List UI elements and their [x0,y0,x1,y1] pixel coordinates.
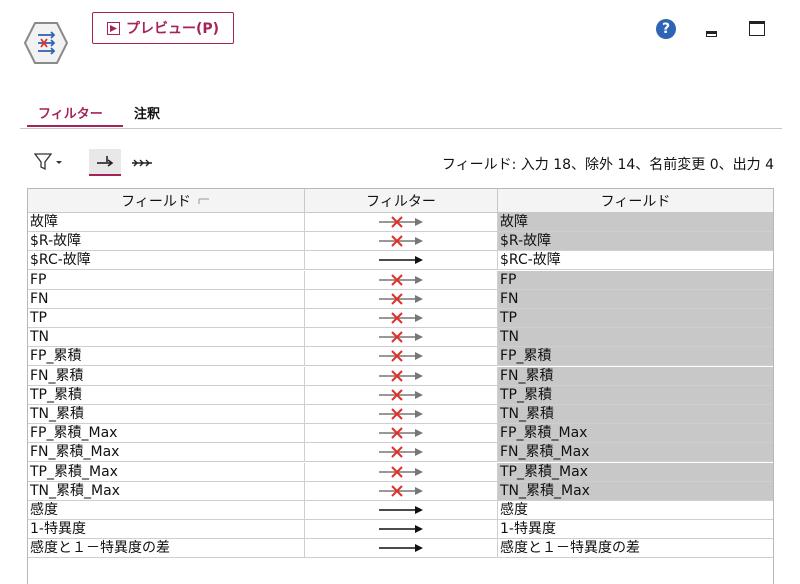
table-row[interactable]: TN_累積_Max TN_累積_Max [28,481,773,501]
table-row[interactable]: FN FN [28,289,773,309]
table-row[interactable]: 感度 感度 [28,501,773,520]
remove-fields-icon [97,155,114,167]
input-field-name: FN_累積 [28,366,305,386]
input-field-name: TN_累積 [28,405,305,424]
input-field-name: TP_累積_Max [28,462,305,482]
input-field-name: $RC-故障 [28,251,305,271]
excluded-arrow-icon[interactable] [305,385,498,405]
column-header-output-field[interactable]: フィールド [498,189,773,213]
output-field-name[interactable]: 感度 [498,501,773,520]
table-row[interactable]: $R-故障 $R-故障 [28,232,773,252]
table-row[interactable]: FN_累積 FN_累積 [28,366,773,386]
excluded-arrow-icon[interactable] [305,289,498,309]
input-field-name: 感度と１－特異度の差 [28,539,305,559]
filter-mode-button[interactable] [89,149,121,176]
pass-arrow-icon[interactable] [305,251,498,271]
output-field-name[interactable]: TN_累積_Max [498,481,773,501]
output-field-name[interactable]: FP_累積 [498,347,773,367]
output-field-name[interactable]: 感度と１－特異度の差 [498,539,773,559]
excluded-arrow-icon[interactable] [305,309,498,328]
input-field-name: 故障 [28,213,305,232]
include-fields-icon [132,159,152,166]
pass-arrow-icon[interactable] [305,539,498,559]
filter-table: フィールド フィルター フィールド 故障 故障 $R-故障 $R-故障 $RC-故障 $R… [27,188,774,584]
tab-divider [20,128,782,129]
filter-options-dropdown-icon[interactable] [34,152,64,172]
tab-annotation[interactable]: 注釈 [134,103,160,122]
excluded-arrow-icon[interactable] [305,347,498,367]
excluded-arrow-icon[interactable] [305,328,498,348]
input-field-name: FN_累積_Max [28,443,305,463]
table-row[interactable]: FP_累積 FP_累積 [28,347,773,367]
excluded-arrow-icon[interactable] [305,270,498,290]
input-field-name: TN_累積_Max [28,481,305,501]
maximize-icon[interactable] [749,21,765,36]
input-field-name: 1-特異度 [28,520,305,540]
output-field-name[interactable]: FN_累積 [498,366,773,386]
pass-arrow-icon[interactable] [305,520,498,540]
table-row[interactable]: TN TN [28,328,773,348]
input-field-name: FP_累積_Max [28,424,305,444]
table-row[interactable]: $RC-故障 $RC-故障 [28,251,773,271]
table-row[interactable]: 1-特異度 1-特異度 [28,520,773,540]
table-row[interactable]: TN_累積 TN_累積 [28,405,773,424]
excluded-arrow-icon[interactable] [305,213,498,232]
output-field-name[interactable]: 1-特異度 [498,520,773,540]
excluded-arrow-icon[interactable] [305,405,498,424]
input-field-name: FN [28,289,305,309]
preview-button[interactable]: プレビュー(P) [92,12,234,44]
play-icon [106,21,120,35]
table-row[interactable]: TP_累積 TP_累積 [28,385,773,405]
output-field-name[interactable]: FP_累積_Max [498,424,773,444]
table-row[interactable]: TP_累積_Max TP_累積_Max [28,462,773,482]
input-field-name: FP [28,270,305,290]
output-field-name[interactable]: TP_累積 [498,385,773,405]
output-field-name[interactable]: $R-故障 [498,232,773,252]
table-row[interactable]: 感度と１－特異度の差 感度と１－特異度の差 [28,539,773,559]
active-tab-indicator [27,125,123,127]
output-field-name[interactable]: FP [498,270,773,290]
excluded-arrow-icon[interactable] [305,462,498,482]
table-row[interactable]: FP_累積_Max FP_累積_Max [28,424,773,444]
table-row[interactable]: TP TP [28,309,773,328]
excluded-arrow-icon[interactable] [305,443,498,463]
input-field-name: FP_累積 [28,347,305,367]
input-field-name: TP_累積 [28,385,305,405]
minimize-icon[interactable] [706,31,717,37]
field-summary: フィールド: 入力 18、除外 14、名前変更 0、出力 4 [441,157,774,173]
column-header-input-field[interactable]: フィールド [28,189,305,213]
output-field-name[interactable]: TP [498,309,773,328]
excluded-arrow-icon[interactable] [305,481,498,501]
excluded-arrow-icon[interactable] [305,232,498,252]
output-field-name[interactable]: TP_累積_Max [498,462,773,482]
output-field-name[interactable]: FN [498,289,773,309]
table-row[interactable]: FN_累積_Max FN_累積_Max [28,443,773,463]
include-all-button[interactable] [126,149,158,176]
tab-filter[interactable]: フィルター [38,103,103,122]
pass-arrow-icon[interactable] [305,501,498,520]
output-field-name[interactable]: FN_累積_Max [498,443,773,463]
table-row[interactable]: FP FP [28,270,773,290]
input-field-name: $R-故障 [28,232,305,252]
table-row[interactable]: 故障 故障 [28,213,773,232]
help-icon[interactable]: ? [656,19,676,39]
filter-node-icon [24,22,68,64]
excluded-arrow-icon[interactable] [305,366,498,386]
input-field-name: TP [28,309,305,328]
input-field-name: 感度 [28,501,305,520]
input-field-name: TN [28,328,305,348]
output-field-name[interactable]: 故障 [498,213,773,232]
preview-button-label: プレビュー(P) [125,21,220,37]
output-field-name[interactable]: TN_累積 [498,405,773,424]
output-field-name[interactable]: $RC-故障 [498,251,773,271]
sort-icon [198,198,209,204]
column-header-filter[interactable]: フィルター [305,189,498,213]
output-field-name[interactable]: TN [498,328,773,348]
excluded-arrow-icon[interactable] [305,424,498,444]
